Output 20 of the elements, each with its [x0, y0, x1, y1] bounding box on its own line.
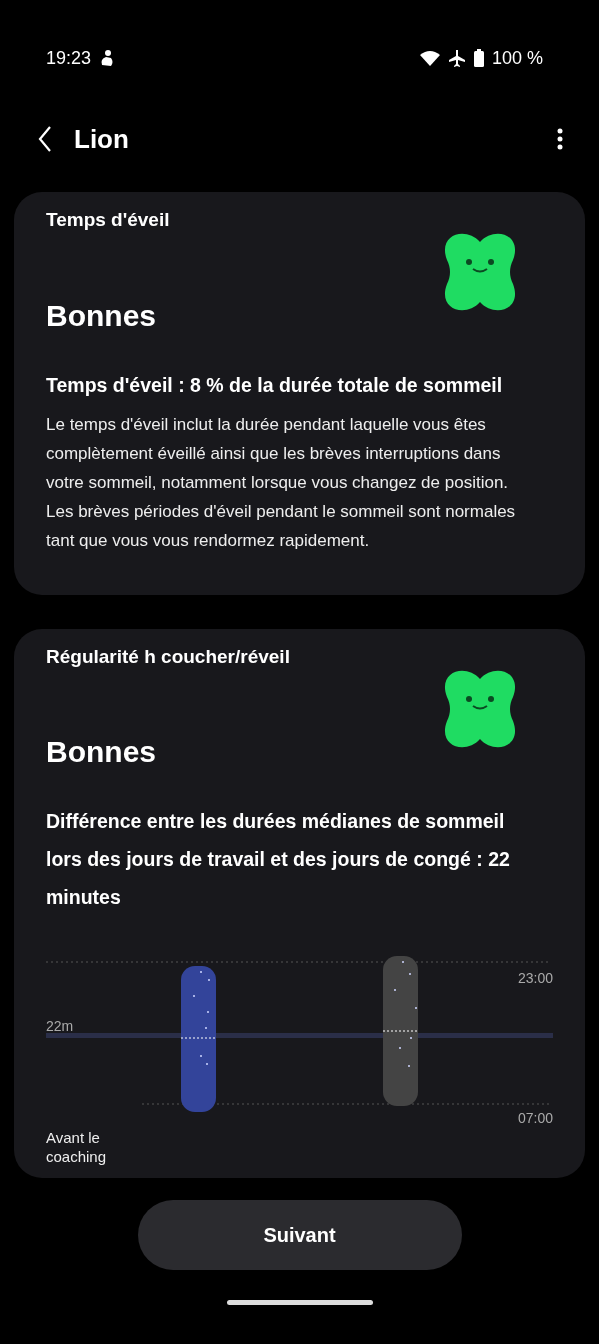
- card-title: Régularité h coucher/réveil: [46, 644, 291, 669]
- battery-icon: [473, 49, 484, 67]
- next-button[interactable]: Suivant: [137, 1200, 462, 1270]
- rating-text: Bonnes: [46, 734, 157, 770]
- card-description: Le temps d'éveil inclut la durée pendant laquelle vous êtes complètement éveillé ainsi que les brèves interruptions dans votre sommeil, notamment lorsque vous changez de position. Les brèves périodes d'éveil pendant le sommeil sont normales tant que vous vous rendormez rapidement.: [46, 413, 517, 552]
- wifi-icon: [419, 50, 440, 66]
- clock-text: 19:23: [46, 46, 92, 70]
- rating-text: Bonnes: [46, 297, 157, 334]
- card-headline: Temps d'éveil : 8 % de la durée totale de sommeil: [46, 372, 504, 398]
- time-label: 23:00: [517, 969, 553, 988]
- card-headline: Différence entre les durées médianes de sommeil lors des jours de travail et des jours de congé : 22 minutes: [46, 809, 511, 910]
- chart-caption: Avant le coaching: [46, 1128, 108, 1166]
- battery-text: 100 %: [491, 46, 543, 70]
- back-icon[interactable]: [38, 126, 52, 152]
- airplane-icon: [447, 49, 466, 67]
- time-label: 07:00: [517, 1109, 553, 1128]
- difference-label: 22m: [46, 1017, 74, 1036]
- more-options-icon[interactable]: [557, 128, 563, 150]
- page-title: Lion: [74, 122, 129, 156]
- card-title: Temps d'éveil: [46, 208, 171, 232]
